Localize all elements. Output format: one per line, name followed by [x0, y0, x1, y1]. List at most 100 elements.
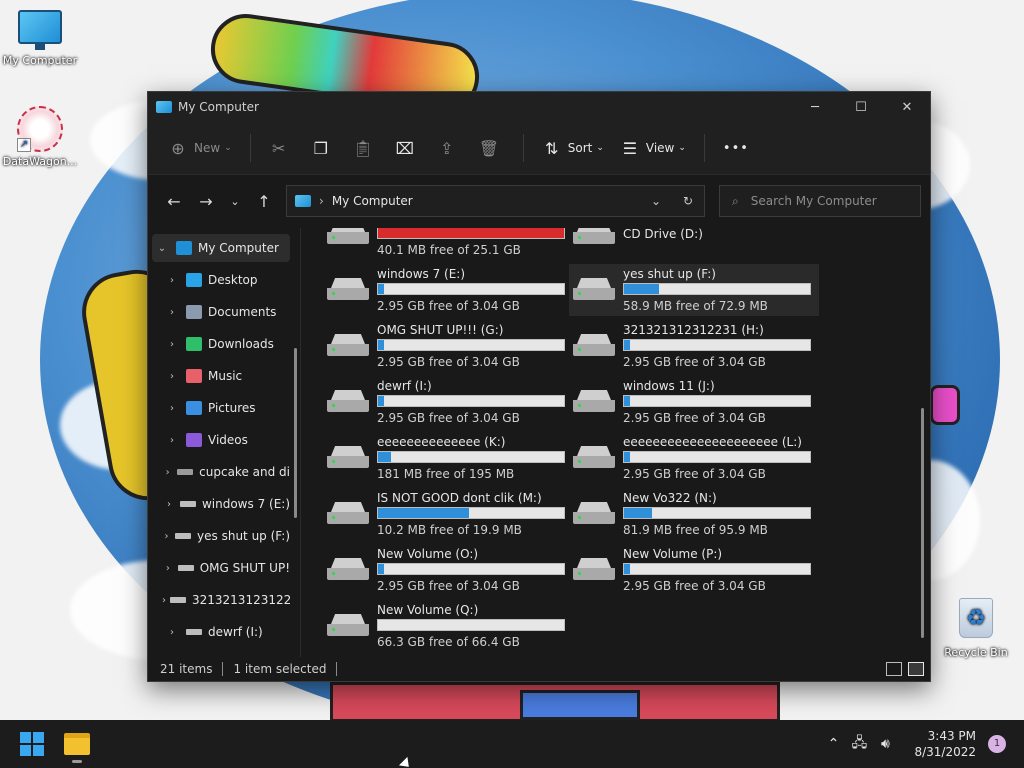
recent-locations-button[interactable]: ⌄: [222, 185, 248, 217]
new-button[interactable]: ⊕ New ⌄: [160, 132, 240, 164]
chevron-right-icon[interactable]: ›: [162, 435, 182, 446]
chevron-right-icon[interactable]: ›: [162, 467, 173, 478]
search-input[interactable]: ⌕ Search My Computer: [719, 185, 921, 217]
chevron-right-icon[interactable]: ›: [162, 595, 166, 606]
chevron-right-icon[interactable]: ›: [162, 627, 182, 638]
share-button[interactable]: ⇪: [429, 132, 471, 164]
rename-button[interactable]: ⌧: [387, 132, 429, 164]
drive-tile[interactable]: IS NOT GOOD dont clik (M:) 10.2 MB free o…: [323, 488, 573, 540]
sidebar-item[interactable]: › dewrf (I:): [152, 618, 290, 646]
drive-tile[interactable]: dewrf (I:) 2.95 GB free of 3.04 GB: [323, 376, 573, 428]
title-bar[interactable]: My Computer ─ ☐ ✕: [148, 92, 930, 122]
drive-usage-bar: [623, 283, 811, 295]
clock[interactable]: 3:43 PM 8/31/2022: [914, 728, 976, 760]
drive-info: New Volume (P:) 2.95 GB free of 3.04 GB: [623, 546, 819, 594]
drive-tile[interactable]: OMG SHUT UP!!! (G:) 2.95 GB free of 3.04 …: [323, 320, 573, 372]
more-options-button[interactable]: •••: [715, 132, 757, 164]
details-view-button[interactable]: [886, 662, 902, 676]
drive-info: yes shut up (F:) 58.9 MB free of 72.9 MB: [623, 266, 819, 314]
cut-button[interactable]: ✂: [261, 132, 303, 164]
drive-tile[interactable]: New Vo322 (N:) 81.9 MB free of 95.9 MB: [569, 488, 819, 540]
address-bar[interactable]: › My Computer ⌄ ↻: [286, 185, 705, 217]
sidebar-item[interactable]: › Downloads: [152, 330, 290, 358]
file-explorer-taskbar-button[interactable]: [64, 733, 90, 763]
volume-icon[interactable]: 🔊︎: [872, 736, 898, 752]
drive-tile[interactable]: eeeeeeeeeeeeeeeeeeeee (L:) 2.95 GB free o…: [569, 432, 819, 484]
drive-usage-fill: [378, 564, 384, 574]
chevron-right-icon[interactable]: ›: [162, 307, 182, 318]
monitor-icon: [156, 101, 172, 113]
sidebar-item[interactable]: › Documents: [152, 298, 290, 326]
sidebar-item[interactable]: › Videos: [152, 426, 290, 454]
drive-tile[interactable]: New Volume (Q:) 66.3 GB free of 66.4 GB: [323, 600, 573, 652]
videos-icon: [186, 433, 202, 447]
desktop-icon-recycle-bin[interactable]: ♻ Recycle Bin: [936, 598, 1016, 659]
sidebar-item[interactable]: › Music: [152, 362, 290, 390]
copy-button[interactable]: ❐: [303, 132, 345, 164]
drive-name: 321321312312231 (H:): [623, 323, 764, 337]
drive-name: OMG SHUT UP!!! (G:): [377, 323, 504, 337]
drive-tile[interactable]: 321321312312231 (H:) 2.95 GB free of 3.04…: [569, 320, 819, 372]
sidebar-item[interactable]: › windows 7 (E:): [152, 490, 290, 518]
drive-tile[interactable]: eeeeeeeeeeeeee (K:) 181 MB free of 195 MB: [323, 432, 573, 484]
hard-drive-icon: [573, 390, 615, 414]
drive-tile[interactable]: windows 11 (J:) 2.95 GB free of 3.04 GB: [569, 376, 819, 428]
drive-free-space: 66.3 GB free of 66.4 GB: [377, 635, 520, 649]
back-button[interactable]: ←: [158, 185, 190, 217]
drive-tile[interactable]: New Volume (P:) 2.95 GB free of 3.04 GB: [569, 544, 819, 596]
maximize-button[interactable]: ☐: [838, 92, 884, 122]
forward-button[interactable]: →: [190, 185, 222, 217]
sidebar-item[interactable]: › Desktop: [152, 266, 290, 294]
sort-button[interactable]: ⇅ Sort ⌄: [534, 132, 612, 164]
delete-button[interactable]: 🗑︎: [471, 132, 513, 164]
tiles-view-button[interactable]: [908, 662, 924, 676]
up-button[interactable]: ↑: [248, 185, 280, 217]
drive-free-space: 2.95 GB free of 3.04 GB: [377, 579, 520, 593]
drive-tile[interactable]: windows 7 (E:) 2.95 GB free of 3.04 GB: [323, 264, 573, 316]
drive-tile[interactable]: New Volume (O:) 2.95 GB free of 3.04 GB: [323, 544, 573, 596]
breadcrumb-path[interactable]: My Computer: [332, 194, 413, 208]
chevron-right-icon[interactable]: ›: [162, 563, 174, 574]
document-icon: [186, 305, 202, 319]
drive-tile[interactable]: 40.1 MB free of 25.1 GB: [323, 228, 573, 260]
start-button[interactable]: [20, 732, 44, 756]
chevron-right-icon[interactable]: ›: [162, 339, 182, 350]
drive-usage-bar: [377, 563, 565, 575]
sidebar-item[interactable]: › yes shut up (F:): [152, 522, 290, 550]
chevron-right-icon[interactable]: ›: [162, 371, 182, 382]
sidebar-item[interactable]: › OMG SHUT UP!: [152, 554, 290, 582]
content-scrollbar[interactable]: [921, 408, 924, 638]
drives-view: 40.1 MB free of 25.1 GB CD Drive (D:) wind…: [301, 228, 930, 660]
drive-usage-bar: [623, 339, 811, 351]
address-dropdown-button[interactable]: ⌄: [640, 194, 672, 208]
notification-badge[interactable]: 1: [988, 735, 1006, 753]
chevron-right-icon[interactable]: ›: [162, 403, 182, 414]
close-button[interactable]: ✕: [884, 92, 930, 122]
chevron-up-icon[interactable]: ⌃: [820, 736, 846, 752]
view-button[interactable]: ☰ View ⌄: [612, 132, 694, 164]
drive-tile[interactable]: yes shut up (F:) 58.9 MB free of 72.9 MB: [569, 264, 819, 316]
drive-tile[interactable]: CD Drive (D:): [569, 228, 819, 260]
desktop-icon-label: Recycle Bin: [944, 646, 1008, 659]
clock-time: 3:43 PM: [927, 729, 976, 743]
sidebar-item[interactable]: › cupcake and di: [152, 458, 290, 486]
chevron-right-icon[interactable]: ›: [162, 275, 182, 286]
sidebar-item[interactable]: › 32132131231223: [152, 586, 290, 614]
desktop-icon-label: My Computer: [2, 54, 78, 67]
chevron-down-icon[interactable]: ⌄: [152, 243, 172, 254]
drive-free-space: 10.2 MB free of 19.9 MB: [377, 523, 522, 537]
paste-button[interactable]: 📋︎: [345, 132, 387, 164]
chevron-right-icon[interactable]: ›: [162, 499, 176, 510]
hard-drive-icon: [573, 502, 615, 526]
desktop-icon-datawagon[interactable]: ↗ DataWagon...: [0, 106, 80, 168]
minimize-button[interactable]: ─: [792, 92, 838, 122]
chevron-right-icon[interactable]: ›: [162, 531, 171, 542]
sidebar-item[interactable]: ⌄ My Computer: [152, 234, 290, 262]
sidebar-item[interactable]: › Pictures: [152, 394, 290, 422]
refresh-button[interactable]: ↻: [672, 194, 704, 208]
network-icon[interactable]: 🖧︎: [846, 732, 872, 756]
drive-icon: [186, 629, 202, 635]
nav-scrollbar[interactable]: [294, 348, 297, 518]
drive-info: OMG SHUT UP!!! (G:) 2.95 GB free of 3.04 …: [377, 322, 573, 370]
desktop-icon-my-computer[interactable]: My Computer: [0, 10, 80, 67]
